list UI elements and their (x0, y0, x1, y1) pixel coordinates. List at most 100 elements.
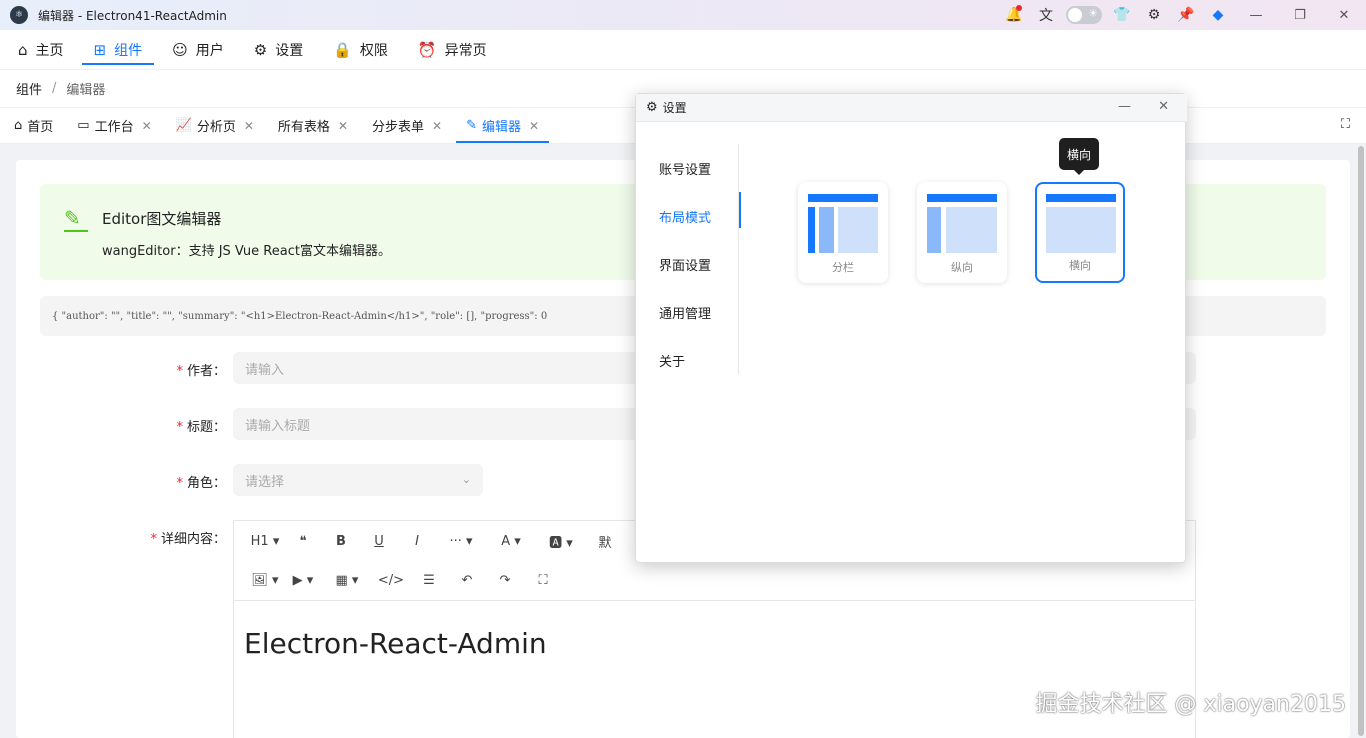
nav-item-components[interactable]: ⊞ 组件 (81, 30, 155, 69)
title-label: * 标题： (176, 420, 226, 435)
gear-icon: ⚙ (253, 40, 268, 59)
tab-label: 分步表单 (372, 120, 425, 135)
editor-toolbar-row-2: 🖼 ▾ ▶ ▾ ▦ ▾ </> ☰ ↶ ↷ ⛶ (234, 561, 1195, 601)
tab-tables[interactable]: 所有表格 ✕ (268, 108, 358, 143)
pencil-icon: ✎ (64, 206, 88, 232)
shirt-icon[interactable]: 👕 (1106, 0, 1138, 30)
undo-button[interactable]: ↶ (448, 573, 486, 588)
nav-item-home[interactable]: ⌂ 主页 (6, 30, 76, 69)
layout-preview-sidebar (927, 207, 941, 253)
pin-icon[interactable]: 📌 (1170, 0, 1202, 30)
redo-button[interactable]: ↷ (486, 573, 524, 588)
alarm-icon: ⏰ (417, 40, 437, 59)
more-button[interactable]: ··· ▾ (436, 534, 486, 549)
layout-option-columns[interactable]: 分栏 (798, 182, 888, 283)
close-icon[interactable]: ✕ (338, 119, 348, 133)
settings-menu-interface[interactable]: 界面设置 (636, 240, 740, 288)
nav-item-settings[interactable]: ⚙ 设置 (242, 30, 315, 69)
tab-label: 工作台 (94, 120, 134, 135)
translate-icon[interactable]: 文 (1030, 0, 1062, 30)
close-icon[interactable]: ✕ (142, 119, 152, 133)
settings-menu-layout[interactable]: 布局模式 (636, 192, 741, 240)
underline-button[interactable]: U (360, 534, 398, 549)
role-label: * 角色： (176, 476, 226, 491)
menu-divider (738, 144, 739, 374)
alert-title: Editor图文编辑器 (102, 210, 222, 228)
tab-label: 首页 (27, 120, 54, 135)
settings-menu-about[interactable]: 关于 (636, 336, 740, 384)
font-family-button[interactable]: 默 (586, 532, 624, 551)
settings-menu: 账号设置 布局模式 界面设置 通用管理 关于 (636, 144, 741, 384)
nav-label: 组件 (114, 42, 143, 59)
breadcrumb-separator: / (52, 81, 57, 96)
home-icon: ⌂ (18, 40, 28, 59)
font-color-button[interactable]: A ▾ (486, 534, 536, 549)
settings-menu-general[interactable]: 通用管理 (636, 288, 740, 336)
monitor-icon: ▭ (77, 118, 90, 133)
edit-icon: ✎ (466, 118, 477, 133)
fullscreen-icon[interactable]: ⛶ (1341, 117, 1350, 132)
gear-icon[interactable]: ⚙ (1138, 0, 1170, 30)
fullscreen-button[interactable]: ⛶ (524, 573, 562, 588)
editor-heading[interactable]: Electron-React-Admin (244, 627, 547, 660)
table-button[interactable]: ▦ ▾ (322, 573, 372, 588)
close-icon[interactable]: ✕ (529, 119, 539, 133)
heading-button[interactable]: H1 ▾ (246, 534, 284, 549)
layout-preview-body (946, 207, 997, 253)
theme-toggle[interactable]: ☀ (1066, 6, 1102, 24)
restore-button[interactable]: ❐ (1278, 0, 1322, 30)
tab-analysis[interactable]: 📈 分析页 ✕ (166, 108, 264, 143)
tab-editor[interactable]: ✎ 编辑器 ✕ (456, 108, 550, 143)
lock-icon: 🔒 (333, 40, 352, 59)
layout-preview-header (1046, 194, 1116, 202)
brand-icon[interactable]: ◆ (1202, 0, 1234, 30)
home-icon: ⌂ (14, 118, 23, 133)
tab-workbench[interactable]: ▭ 工作台 ✕ (67, 108, 161, 143)
breadcrumb-parent[interactable]: 组件 (16, 79, 42, 98)
close-button[interactable]: ✕ (1322, 0, 1366, 30)
role-select[interactable]: 请选择 ⌄ (233, 464, 483, 496)
nav-item-exceptions[interactable]: ⏰ 异常页 (406, 30, 499, 69)
breadcrumb-current: 编辑器 (66, 83, 106, 98)
scrollbar[interactable] (1358, 146, 1364, 736)
alert-description: wangEditor：支持 JS Vue React富文本编辑器。 (102, 244, 391, 259)
bold-button[interactable]: B (322, 534, 360, 549)
notification-dot (1016, 5, 1022, 11)
divider-button[interactable]: ☰ (410, 573, 448, 588)
tab-step-form[interactable]: 分步表单 ✕ (362, 108, 452, 143)
dialog-header: ⚙ 设置 — ✕ (636, 94, 1187, 122)
italic-button[interactable]: I (398, 534, 436, 549)
bg-color-button[interactable]: 🅰 ▾ (536, 532, 586, 551)
dialog-close-button[interactable]: ✕ (1158, 99, 1169, 114)
layout-preview-body (838, 207, 878, 253)
settings-dialog: ⚙ 设置 — ✕ 账号设置 布局模式 界面设置 通用管理 关于 分栏 纵向 横向… (635, 93, 1187, 563)
code-button[interactable]: </> (372, 573, 410, 588)
role-placeholder: 请选择 (245, 474, 285, 490)
nav-label: 主页 (35, 42, 64, 59)
nav-item-permissions[interactable]: 🔒 权限 (321, 30, 400, 69)
nav-label: 权限 (359, 42, 388, 59)
settings-menu-account[interactable]: 账号设置 (636, 144, 740, 192)
layout-option-vertical[interactable]: 纵向 (917, 182, 1007, 283)
chart-icon: 📈 (175, 118, 192, 133)
author-label: * 作者： (176, 364, 226, 379)
nav-label: 用户 (195, 42, 224, 59)
layout-preview-sidebar (819, 207, 834, 253)
close-icon[interactable]: ✕ (432, 119, 442, 133)
layout-option-horizontal[interactable]: 横向 (1035, 182, 1125, 283)
content-label: * 详细内容： (150, 532, 226, 547)
app-logo-icon: ⚛ (10, 6, 28, 24)
nav-item-users[interactable]: ☺ 用户 (160, 30, 236, 69)
quote-button[interactable]: ❝ (284, 534, 322, 549)
layout-caption: 纵向 (951, 261, 973, 274)
minimize-button[interactable]: — (1234, 0, 1278, 30)
layout-preview-rail (808, 207, 815, 253)
dialog-minimize-button[interactable]: — (1118, 99, 1131, 114)
image-button[interactable]: 🖼 ▾ (246, 573, 284, 588)
video-button[interactable]: ▶ ▾ (284, 573, 322, 588)
top-navigation: ⌂ 主页 ⊞ 组件 ☺ 用户 ⚙ 设置 🔒 权限 ⏰ 异常页 (0, 30, 1366, 70)
tab-home[interactable]: ⌂ 首页 (4, 108, 63, 143)
bell-icon[interactable]: 🔔 (998, 0, 1030, 30)
close-icon[interactable]: ✕ (244, 119, 254, 133)
nav-label: 异常页 (444, 42, 487, 59)
